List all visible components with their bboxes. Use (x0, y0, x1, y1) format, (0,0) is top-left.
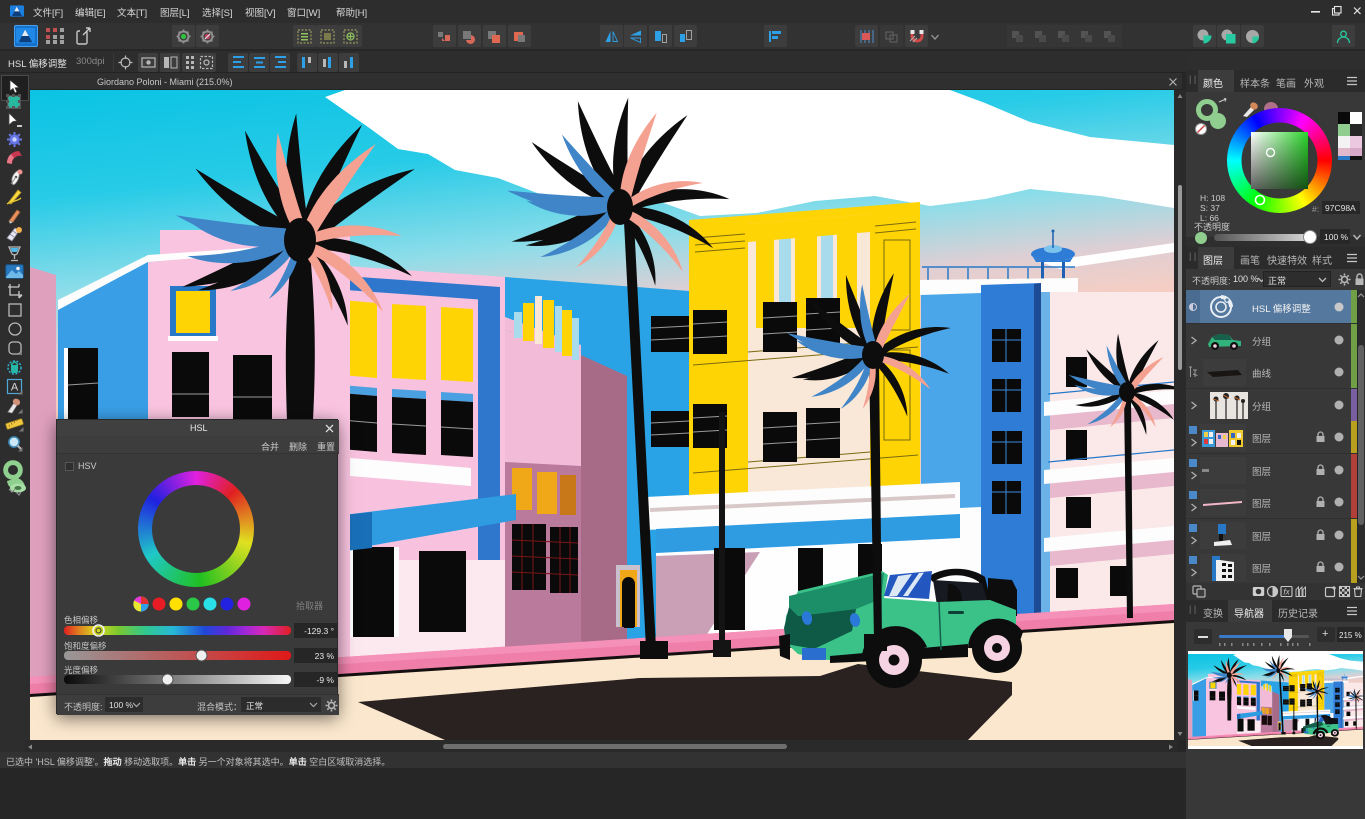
svg-text:A: A (11, 382, 19, 394)
svg-text:fx: fx (1283, 588, 1290, 597)
